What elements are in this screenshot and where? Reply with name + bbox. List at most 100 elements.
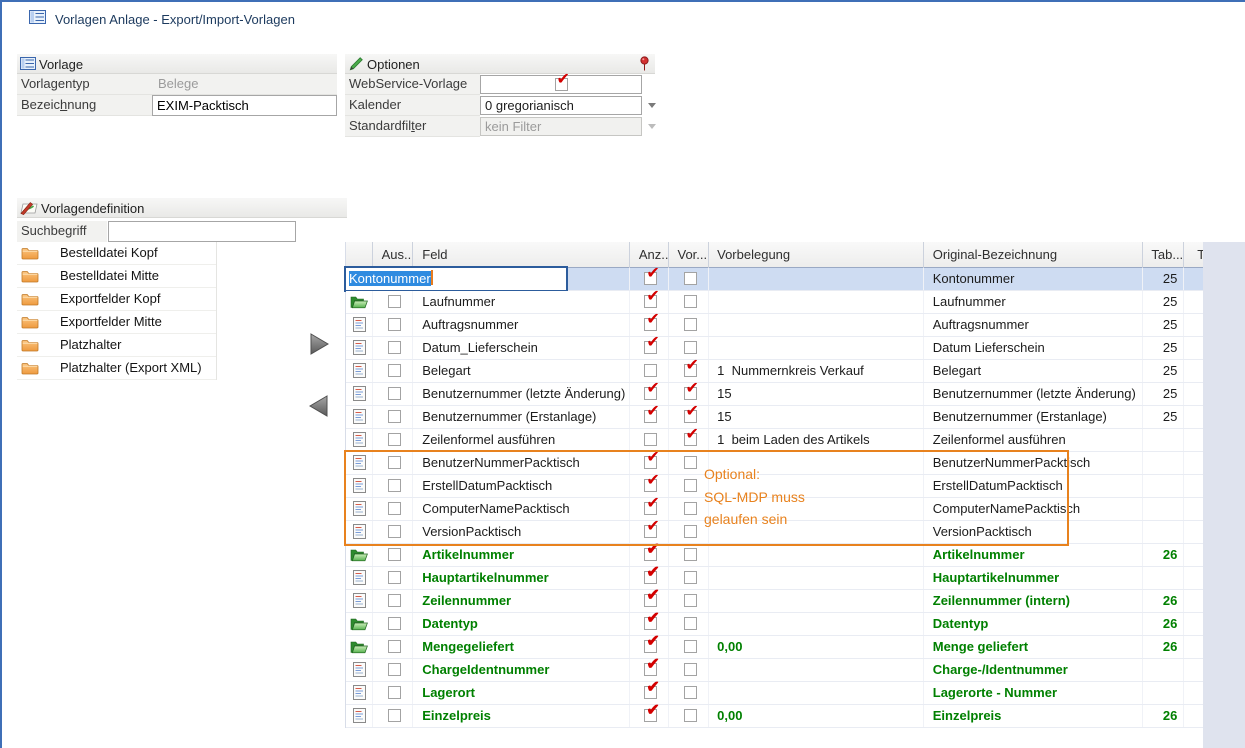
vor-checkbox[interactable]: [684, 502, 697, 515]
cell-feld[interactable]: Datentyp: [416, 613, 630, 635]
move-right-button[interactable]: [306, 331, 334, 357]
anz-checkbox[interactable]: ✔: [644, 686, 657, 699]
anz-checkbox[interactable]: ✔: [644, 709, 657, 722]
aus-checkbox[interactable]: [388, 410, 401, 423]
folder-list-item[interactable]: Exportfelder Mitte: [17, 311, 216, 334]
aus-checkbox[interactable]: [388, 433, 401, 446]
cell-feld[interactable]: VersionPacktisch: [416, 521, 630, 543]
cell-feld[interactable]: Benutzernummer (letzte Änderung): [416, 383, 630, 405]
cell-feld[interactable]: Benutzernummer (Erstanlage): [416, 406, 630, 428]
anz-checkbox[interactable]: ✔: [644, 617, 657, 630]
folder-list-item[interactable]: Bestelldatei Kopf: [17, 242, 216, 265]
cell-feld[interactable]: Mengegeliefert: [416, 636, 630, 658]
anz-checkbox[interactable]: ✔: [644, 525, 657, 538]
cell-tab1[interactable]: 26: [1146, 705, 1184, 727]
vor-checkbox[interactable]: [684, 640, 697, 653]
cell-original[interactable]: Kontonummer: [928, 268, 1143, 290]
cell-tab1[interactable]: 26: [1146, 636, 1184, 658]
cell-feld[interactable]: Artikelnummer: [416, 544, 630, 566]
anz-checkbox[interactable]: [644, 433, 657, 446]
cell-tab1[interactable]: [1146, 521, 1184, 543]
cell-original[interactable]: Datentyp: [928, 613, 1143, 635]
vor-checkbox[interactable]: ✔: [684, 410, 697, 423]
cell-vorbelegung[interactable]: [712, 682, 924, 704]
cell-original[interactable]: BenutzerNummerPacktisch: [928, 452, 1143, 474]
cell-original[interactable]: Zeilenformel ausführen: [928, 429, 1143, 451]
aus-checkbox[interactable]: [388, 387, 401, 400]
table-row[interactable]: Auftragsnummer ✔ Auftragsnummer 25 44: [346, 314, 1203, 337]
table-row[interactable]: Belegart ✔ 1 Nummernkreis Verkauf Belega…: [346, 360, 1203, 383]
table-row[interactable]: Benutzernummer (letzte Änderung) ✔ ✔ 15 …: [346, 383, 1203, 406]
column-header-aus[interactable]: Aus...: [377, 242, 413, 268]
aus-checkbox[interactable]: [388, 709, 401, 722]
table-row[interactable]: Hauptartikelnummer ✔ Hauptartikelnummer: [346, 567, 1203, 590]
cell-original[interactable]: Einzelpreis: [928, 705, 1143, 727]
cell-tab1[interactable]: 26: [1146, 544, 1184, 566]
anz-checkbox[interactable]: ✔: [644, 594, 657, 607]
cell-vorbelegung[interactable]: [712, 613, 924, 635]
aus-checkbox[interactable]: [388, 364, 401, 377]
cell-feld[interactable]: Datum_Lieferschein: [416, 337, 630, 359]
cell-tab1[interactable]: [1146, 429, 1184, 451]
vor-checkbox[interactable]: [684, 571, 697, 584]
cell-tab1[interactable]: 25: [1146, 360, 1184, 382]
anz-checkbox[interactable]: ✔: [644, 387, 657, 400]
vor-checkbox[interactable]: ✔: [684, 387, 697, 400]
cell-original[interactable]: Menge geliefert: [928, 636, 1143, 658]
table-row[interactable]: Mengegeliefert ✔ 0,00 Menge geliefert 26…: [346, 636, 1203, 659]
cell-feld[interactable]: Zeilenformel ausführen: [416, 429, 630, 451]
feld-edit-input[interactable]: Kontonummer: [344, 266, 568, 292]
cell-original[interactable]: Hauptartikelnummer: [928, 567, 1143, 589]
cell-original[interactable]: Datum Lieferschein: [928, 337, 1143, 359]
column-header-vorbelegung[interactable]: Vorbelegung: [712, 242, 924, 268]
vor-checkbox[interactable]: [684, 709, 697, 722]
cell-vorbelegung[interactable]: [712, 590, 924, 612]
cell-feld[interactable]: Lagerort: [416, 682, 630, 704]
cell-original[interactable]: Zeilennummer (intern): [928, 590, 1143, 612]
aus-checkbox[interactable]: [388, 456, 401, 469]
kalender-dropdown-arrow-icon[interactable]: [648, 103, 656, 108]
cell-feld[interactable]: Auftragsnummer: [416, 314, 630, 336]
cell-vorbelegung[interactable]: [712, 544, 924, 566]
vor-checkbox[interactable]: [684, 594, 697, 607]
cell-feld[interactable]: Laufnummer: [416, 291, 630, 313]
aus-checkbox[interactable]: [388, 525, 401, 538]
vor-checkbox[interactable]: [684, 663, 697, 676]
table-row[interactable]: Datentyp ✔ Datentyp 26 42: [346, 613, 1203, 636]
table-row[interactable]: Artikelnummer ✔ Artikelnummer 26 3: [346, 544, 1203, 567]
cell-tab1[interactable]: 25: [1146, 406, 1184, 428]
cell-tab1[interactable]: 25: [1146, 291, 1184, 313]
cell-tab1[interactable]: 25: [1146, 314, 1184, 336]
cell-vorbelegung[interactable]: [712, 337, 924, 359]
aus-checkbox[interactable]: [388, 663, 401, 676]
anz-checkbox[interactable]: ✔: [644, 479, 657, 492]
anz-checkbox[interactable]: ✔: [644, 548, 657, 561]
anz-checkbox[interactable]: [644, 364, 657, 377]
column-header-feld[interactable]: Feld: [416, 242, 630, 268]
table-row[interactable]: Zeilennummer ✔ Zeilennummer (intern) 26 …: [346, 590, 1203, 613]
vor-checkbox[interactable]: [684, 617, 697, 630]
cell-tab1[interactable]: [1146, 567, 1184, 589]
folder-list-item[interactable]: Platzhalter (Export XML): [17, 357, 216, 380]
anz-checkbox[interactable]: ✔: [644, 571, 657, 584]
anz-checkbox[interactable]: ✔: [644, 410, 657, 423]
vor-checkbox[interactable]: [684, 272, 697, 285]
cell-tab1[interactable]: [1146, 682, 1184, 704]
cell-vorbelegung[interactable]: 0,00: [712, 636, 924, 658]
anz-checkbox[interactable]: ✔: [644, 318, 657, 331]
cell-tab1[interactable]: 25: [1146, 383, 1184, 405]
vor-checkbox[interactable]: [684, 295, 697, 308]
cell-feld[interactable]: ComputerNamePacktisch: [416, 498, 630, 520]
vor-checkbox[interactable]: [684, 341, 697, 354]
cell-original[interactable]: Charge-/Identnummer: [928, 659, 1143, 681]
cell-vorbelegung[interactable]: [712, 314, 924, 336]
cell-vorbelegung[interactable]: 0,00: [712, 705, 924, 727]
folder-list-item[interactable]: Platzhalter: [17, 334, 216, 357]
aus-checkbox[interactable]: [388, 640, 401, 653]
anz-checkbox[interactable]: ✔: [644, 502, 657, 515]
anz-checkbox[interactable]: ✔: [644, 272, 657, 285]
table-row[interactable]: Lagerort ✔ Lagerorte - Nummer: [346, 682, 1203, 705]
vor-checkbox[interactable]: [684, 456, 697, 469]
cell-original[interactable]: Auftragsnummer: [928, 314, 1143, 336]
aus-checkbox[interactable]: [388, 548, 401, 561]
